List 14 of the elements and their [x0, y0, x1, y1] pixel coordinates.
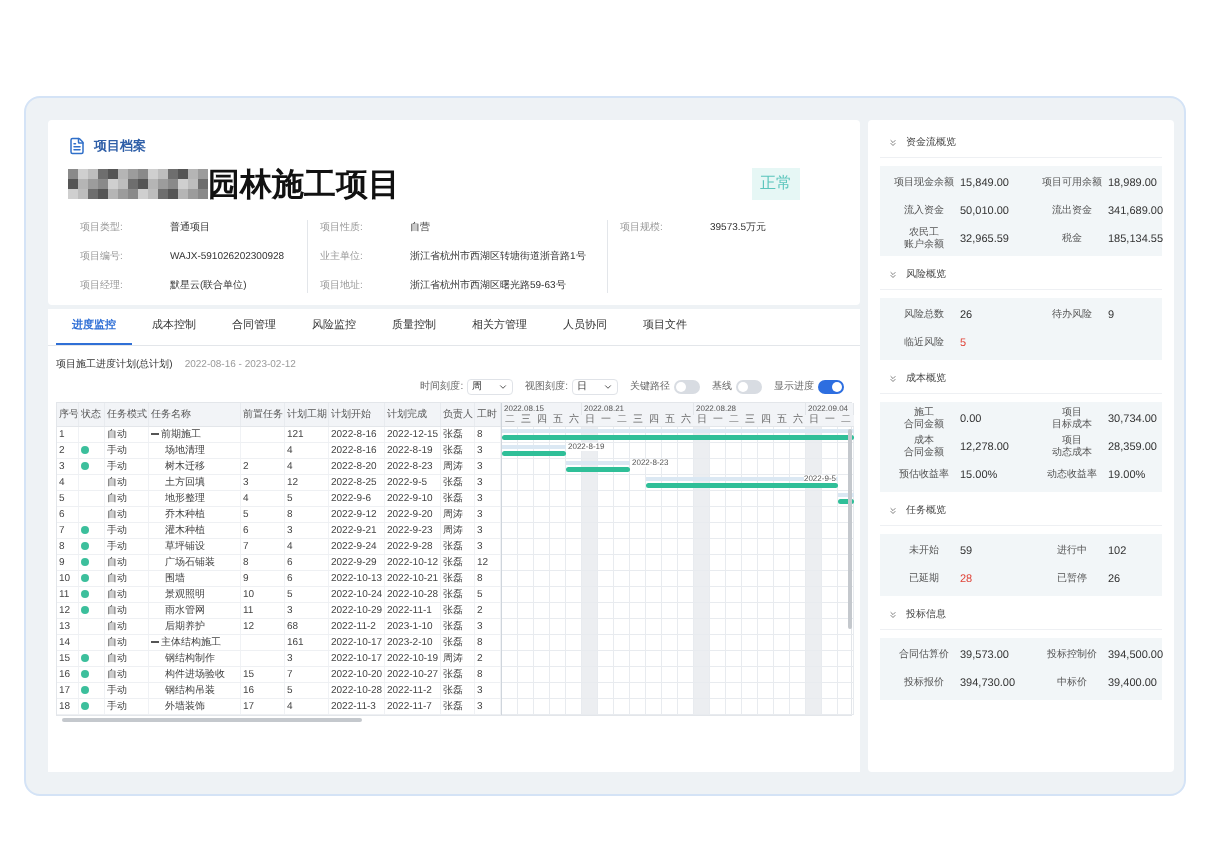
task-bar[interactable] [646, 476, 838, 488]
toggle-switch[interactable] [736, 379, 762, 394]
vertical-scrollbar[interactable] [848, 428, 852, 629]
horizontal-scrollbar[interactable] [62, 717, 362, 722]
toggle-switch[interactable] [674, 379, 700, 394]
project-name: 园林施工项目 [208, 167, 400, 200]
collapse-icon[interactable] [151, 638, 159, 646]
task-bar[interactable] [502, 428, 854, 440]
task-bar[interactable] [566, 460, 630, 472]
task-bar[interactable] [502, 444, 566, 456]
redacted-mosaic-drawing [68, 168, 208, 199]
status-badge: 正常 [752, 167, 800, 200]
toggle-switch[interactable] [818, 379, 844, 394]
document-icon [68, 136, 86, 155]
